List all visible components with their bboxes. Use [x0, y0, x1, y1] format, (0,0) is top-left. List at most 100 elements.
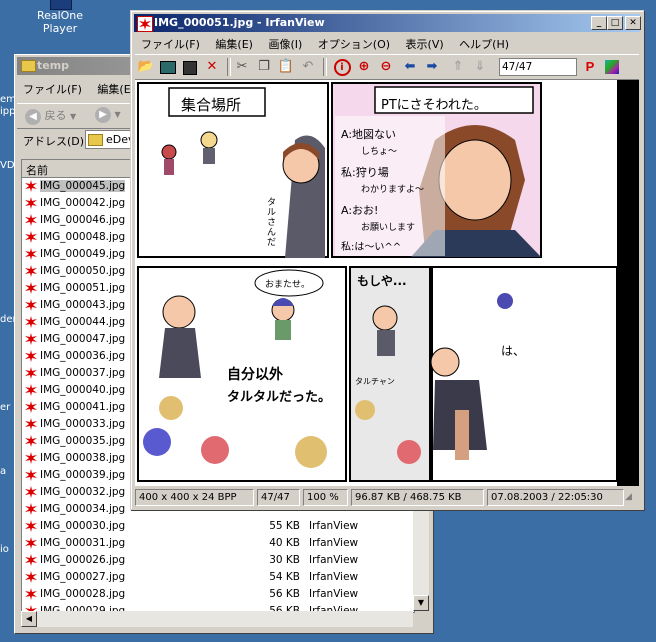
file-size: 54 KB: [269, 571, 300, 583]
file-name: IMG_000028.jpg: [40, 588, 126, 600]
file-name: IMG_000031.jpg: [40, 537, 126, 549]
irfanview-menubar: ファイル(F) 編集(E) 画像(I) オプション(O) 表示(V) ヘルプ(H…: [135, 34, 639, 52]
back-arrow-icon: ◀: [25, 109, 41, 125]
file-name: IMG_000035.jpg: [40, 435, 126, 447]
status-zoom: 100 %: [303, 489, 348, 506]
irfanview-file-icon: [25, 469, 37, 481]
file-name: IMG_000033.jpg: [40, 418, 126, 430]
resize-grip-icon[interactable]: ◢: [625, 492, 632, 502]
undo-icon[interactable]: ↶: [299, 58, 317, 76]
irfanview-file-icon: [25, 231, 37, 243]
zoom-in-icon[interactable]: ⊕: [355, 58, 373, 76]
file-name: IMG_000041.jpg: [40, 401, 126, 413]
irfanview-file-icon: [25, 588, 37, 600]
first-image-icon[interactable]: ⇑: [449, 58, 467, 76]
paste-icon[interactable]: 📋: [277, 58, 295, 76]
file-name: IMG_000045.jpg: [40, 180, 126, 192]
comic-panel2-title: PTにさそわれた。: [381, 98, 487, 113]
irfanview-file-icon: [25, 316, 37, 328]
scroll-down-button[interactable]: ▼: [413, 595, 429, 611]
open-folder-icon[interactable]: 📂: [137, 58, 155, 76]
folder-icon: [21, 60, 36, 72]
maximize-button[interactable]: □: [607, 16, 623, 30]
irfanview-file-icon: [25, 197, 37, 209]
irfanview-file-icon: [25, 401, 37, 413]
horizontal-scrollbar[interactable]: ◀: [21, 611, 413, 627]
explorer-menubar: ファイル(F) 編集(E): [17, 79, 141, 99]
image-counter-field[interactable]: 47/47: [499, 58, 577, 76]
file-row[interactable]: IMG_000031.jpg 40 KB IrfanView: [22, 535, 414, 552]
irfanview-app-icon: [137, 16, 153, 32]
irfanview-file-icon: [25, 571, 37, 583]
image-canvas[interactable]: 集合場所 タルさんだ PTにさそわれた。 A:地図ない しちょ〜 私:狩り場 わ…: [135, 80, 639, 486]
info-icon[interactable]: i: [333, 58, 351, 76]
irfanview-window[interactable]: IMG_000051.jpg - IrfanView _ □ ✕ ファイル(F)…: [130, 10, 644, 510]
irfanview-statusbar: 400 x 400 x 24 BPP 47/47 100 % 96.87 KB …: [135, 488, 639, 506]
irfanview-file-icon: [25, 435, 37, 447]
minimize-button[interactable]: _: [591, 16, 607, 30]
cut-icon[interactable]: ✂: [233, 58, 251, 76]
comic-panel3-text: 自分以外: [227, 367, 283, 383]
file-name: IMG_000026.jpg: [40, 554, 126, 566]
scroll-left-button[interactable]: ◀: [21, 611, 37, 627]
irfanview-file-icon: [25, 503, 37, 515]
irfanview-file-icon: [25, 367, 37, 379]
save-icon[interactable]: [181, 58, 199, 76]
file-size: 55 KB: [269, 520, 300, 532]
menu-image[interactable]: 画像(I): [262, 34, 308, 54]
comic-panel1-side-text: タルさんだ: [267, 198, 277, 248]
comic-panel2-line: A:地図ない: [341, 128, 397, 141]
comic-panel2-line: わかりますよ〜: [361, 185, 425, 195]
file-row[interactable]: IMG_000030.jpg 55 KB IrfanView: [22, 518, 414, 535]
menu-help[interactable]: ヘルプ(H): [453, 34, 515, 54]
forward-button[interactable]: ▶ ▼: [95, 107, 121, 125]
file-name: IMG_000034.jpg: [40, 503, 126, 515]
paint-icon[interactable]: P: [581, 58, 599, 76]
desktop-icon-label: Player: [42, 22, 78, 35]
file-name: IMG_000027.jpg: [40, 571, 126, 583]
dropdown-icon: ▼: [70, 112, 77, 121]
comic-panel2-line: しちょ〜: [361, 147, 398, 157]
irfanview-toolbar: 📂 ✕ ✂ ❐ 📋 ↶ i ⊕ ⊖ ⬅ ➡ ⇑ ⇓ 47/47 P: [135, 54, 639, 80]
zoom-out-icon[interactable]: ⊖: [377, 58, 395, 76]
menu-options[interactable]: オプション(O): [312, 34, 396, 54]
last-image-icon[interactable]: ⇓: [471, 58, 489, 76]
back-button[interactable]: ◀ 戻る ▼: [25, 107, 76, 125]
irfanview-file-icon: [25, 350, 37, 362]
file-name: IMG_000040.jpg: [40, 384, 126, 396]
slideshow-icon[interactable]: [159, 58, 177, 76]
irfanview-file-icon: [25, 214, 37, 226]
menu-file[interactable]: ファイル(F): [135, 34, 206, 54]
irfanview-titlebar[interactable]: IMG_000051.jpg - IrfanView _ □ ✕: [134, 14, 641, 32]
previous-arrow-icon[interactable]: ⬅: [401, 58, 419, 76]
file-name: IMG_000036.jpg: [40, 350, 126, 362]
irfanview-file-icon: [25, 486, 37, 498]
close-button[interactable]: ✕: [625, 16, 641, 30]
color-palette-icon[interactable]: [603, 58, 621, 76]
file-name: IMG_000050.jpg: [40, 265, 126, 277]
file-name: IMG_000038.jpg: [40, 452, 126, 464]
file-row[interactable]: IMG_000028.jpg 56 KB IrfanView: [22, 586, 414, 603]
next-arrow-icon[interactable]: ➡: [423, 58, 441, 76]
file-row[interactable]: IMG_000027.jpg 54 KB IrfanView: [22, 569, 414, 586]
status-datetime: 07.08.2003 / 22:05:30: [487, 489, 624, 506]
irfanview-file-icon: [25, 384, 37, 396]
desktop-icon-realone[interactable]: RealOne Player: [34, 0, 86, 36]
comic-panel3-bubble: おまたせ。: [265, 280, 311, 290]
comic-panel4-title: もしや...: [357, 274, 407, 288]
status-dimensions: 400 x 400 x 24 BPP: [135, 489, 254, 506]
file-type: IrfanView: [309, 554, 359, 566]
comic-panel2-line: A:おお!: [341, 204, 379, 217]
irfanview-file-icon: [25, 299, 37, 311]
file-type: IrfanView: [309, 537, 359, 549]
file-row[interactable]: IMG_000026.jpg 30 KB IrfanView: [22, 552, 414, 569]
menu-edit[interactable]: 編集(E): [209, 34, 259, 54]
menu-view[interactable]: 表示(V): [400, 34, 450, 54]
delete-icon[interactable]: ✕: [203, 58, 221, 76]
copy-icon[interactable]: ❐: [255, 58, 273, 76]
desktop-edge-text: io: [0, 544, 9, 555]
comic-panel4-label: タルチャン: [355, 377, 395, 386]
status-index: 47/47: [257, 489, 300, 506]
address-label: アドレス(D): [23, 135, 85, 148]
menu-file[interactable]: ファイル(F): [17, 79, 88, 99]
